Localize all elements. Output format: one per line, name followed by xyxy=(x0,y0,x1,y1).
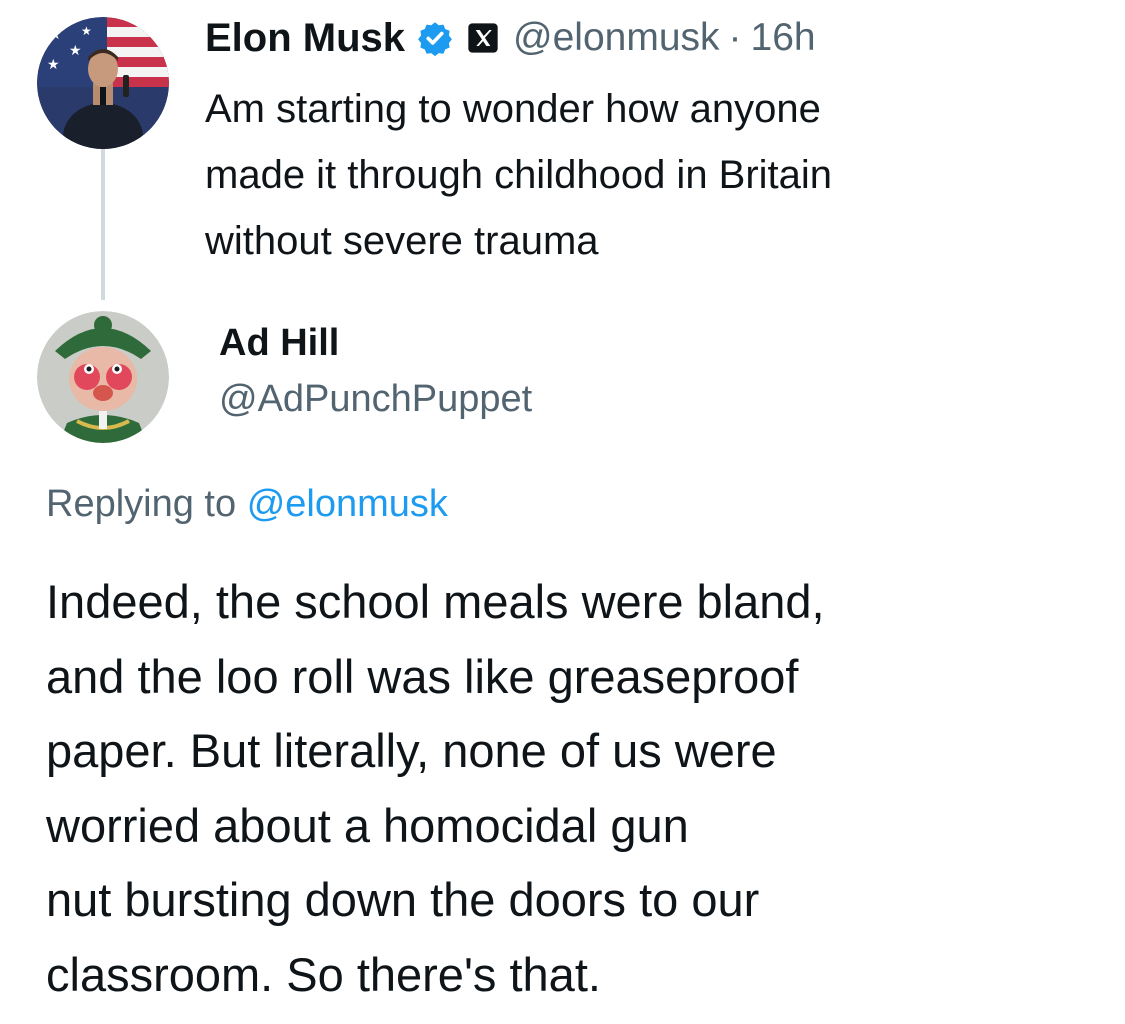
author-name[interactable]: Elon Musk xyxy=(205,16,405,61)
replying-to-prefix: Replying to xyxy=(46,483,237,525)
replying-to-handle-link[interactable]: @elonmusk xyxy=(247,483,448,525)
svg-text:★: ★ xyxy=(81,24,92,38)
reply-author-handle[interactable]: @AdPunchPuppet xyxy=(219,378,532,421)
reply-author-name[interactable]: Ad Hill xyxy=(219,322,339,365)
elon-musk-avatar-icon[interactable]: ★ ★ ★ ★ xyxy=(37,17,169,149)
verified-badge-icon[interactable] xyxy=(417,20,453,56)
original-tweet-text: Am starting to wonder how anyone made it… xyxy=(205,87,833,263)
separator-dot: · xyxy=(728,16,742,59)
author-handle[interactable]: @elonmusk xyxy=(513,16,720,60)
original-tweet-header: Elon Musk @elonmusk · 16h xyxy=(205,10,816,66)
replying-to-line: Replying to @elonmusk xyxy=(46,483,448,526)
ad-hill-avatar-icon[interactable] xyxy=(37,311,169,443)
tweet-timestamp[interactable]: 16h xyxy=(751,16,816,60)
svg-text:★: ★ xyxy=(49,27,62,43)
reply-tweet-text: Indeed, the school meals were bland, and… xyxy=(46,575,825,1001)
x-logo-icon[interactable] xyxy=(467,22,499,54)
svg-text:★: ★ xyxy=(69,43,82,59)
thread-connector-line xyxy=(101,148,105,300)
svg-text:★: ★ xyxy=(47,57,60,73)
